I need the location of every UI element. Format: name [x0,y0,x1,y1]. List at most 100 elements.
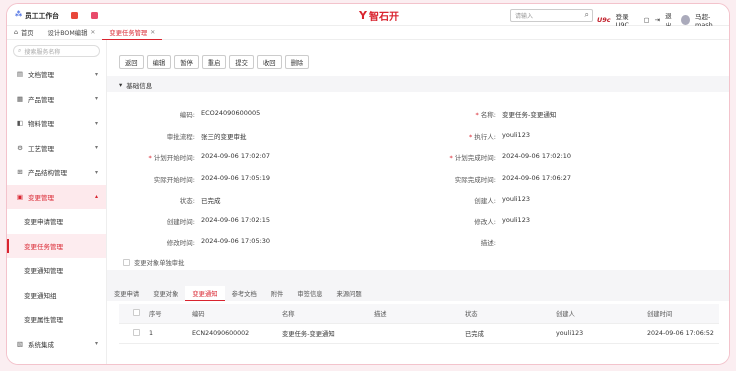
actual-end-field: 实际完成时间: 2024-09-06 17:06:27 [454,174,572,184]
cube-icon: ◧ [16,119,24,128]
search-icon: ⌕ [18,47,22,54]
page-tabs: ⌂ 首页 设计BOM编辑 ✕ 变更任务管理 ✕ [7,26,729,40]
notice-table: 序号 编码 名称 描述 状态 创建人 创建时间 1 ECN24090600002… [119,304,719,344]
separate-approval-checkbox[interactable]: 变更对象单独审批 [123,258,184,267]
submit-button[interactable]: 提交 [229,55,254,69]
tab-approval-info[interactable]: 审签信息 [290,286,329,301]
sidebar-item-integration[interactable]: ▧ 系统集成 ▾ [7,332,106,357]
recall-button[interactable]: 收回 [256,55,282,69]
grid-icon: ▦ [16,94,24,103]
sidebar-item-process[interactable]: ⚙ 工艺管理 ▾ [7,136,106,161]
chevron-down-icon: ▾ [94,95,98,103]
column-header: 编码 [192,311,205,318]
table-header: 序号 编码 名称 描述 状态 创建人 创建时间 [119,304,719,324]
table-row[interactable]: 1 ECN24090600002 变更任务-变更通知 已完成 youli123 … [119,324,719,344]
sidebar-item-products[interactable]: ▦ 产品管理 ▾ [7,87,106,112]
sidebar-item-change-notice[interactable]: 变更通知管理 [7,258,106,283]
chevron-down-icon[interactable]: ▾ [119,81,122,89]
chevron-up-icon: ▴ [94,193,98,201]
sidebar-item-change-attr[interactable]: 变更属性管理 [7,307,106,332]
tab-attachments[interactable]: 附件 [264,286,291,301]
change-icon: ▣ [16,192,24,201]
tab-source-issues[interactable]: 来源问题 [330,286,369,301]
back-button[interactable]: 返回 [119,55,144,69]
section-title: 基础信息 [126,82,153,90]
detail-tabs: 变更申请 变更对象 变更通知 参考文档 附件 审签信息 来源问题 [107,286,729,301]
name-field: * 名称: 变更任务-变更通知 [475,111,557,119]
close-icon[interactable]: ✕ [150,29,155,36]
tab-change-task[interactable]: 变更任务管理 ✕ [102,26,163,40]
section-header[interactable]: ▾ 基础信息 [119,80,152,90]
plan-end-field: * 计划完成时间: 2024-09-06 17:02:10 [449,152,572,162]
table-cell: 2024-09-06 17:06:52 [647,330,714,337]
creator-field: 创建人: youli123 [474,195,530,205]
column-header: 描述 [374,311,387,318]
sidebar-search-input[interactable]: ⌕ 搜索服务名称 [13,45,100,57]
table-cell: ECN24090600002 [192,330,250,337]
modifier-field: 修改人: youli123 [474,216,530,226]
sidebar-item-documents[interactable]: ▤ 文档管理 ▾ [7,62,106,87]
pause-button[interactable]: 暂停 [174,55,199,69]
chevron-down-icon: ▾ [94,168,98,176]
column-header: 创建时间 [647,311,673,318]
sidebar-item-notice-group[interactable]: 变更通知组 [7,283,106,308]
chevron-down-icon: ▾ [94,119,98,127]
action-toolbar: 返回 编辑 暂停 重启 提交 收回 删除 [119,55,310,69]
settings-icon: ⚙ [17,143,23,152]
app-brand[interactable]: ⁂ 员工工作台 [15,10,59,20]
tab-bom-edit[interactable]: 设计BOM编辑 ✕ [41,26,103,40]
header-checkbox[interactable] [133,309,140,318]
tab-change-object[interactable]: 变更对象 [146,286,185,301]
status-field: 状态: 已完成 [179,197,221,205]
tab-reference-docs[interactable]: 参考文档 [225,286,264,301]
app-window: ⁂ 员工工作台 Y 智石开 请输入 ⌕ U9c 登录U9C ▢ ⇥ 退出 马超-… [6,3,730,365]
sidebar-item-change-task[interactable]: 变更任务管理 [7,233,106,258]
column-header: 状态 [465,311,478,318]
main-content: 返回 编辑 暂停 重启 提交 收回 删除 ▾ 基础信息 编码: ECO24090… [107,40,729,364]
actual-start-field: 实际开始时间: 2024-09-06 17:05:19 [153,174,271,184]
restart-button[interactable]: 重启 [201,55,227,69]
modified-time-field: 修改时间: 2024-09-06 17:05:30 [166,237,271,247]
close-icon[interactable]: ✕ [90,29,95,36]
window-icon[interactable]: ▢ [644,16,650,24]
sidebar-item-change[interactable]: ▣ 变更管理 ▴ [7,184,106,209]
red-app-icon[interactable] [71,12,78,19]
pink-app-icon[interactable] [91,12,98,19]
search-icon[interactable]: ⌕ [585,10,589,20]
column-header: 创建人 [556,311,575,318]
table-cell: 变更任务-变更通知 [282,331,335,338]
table-cell: youli123 [556,330,584,337]
avatar[interactable] [681,15,690,25]
created-time-field: 创建时间: 2024-09-06 17:02:15 [166,216,271,226]
delete-button[interactable]: 删除 [284,55,310,69]
global-search-input[interactable]: 请输入 ⌕ [510,9,593,22]
code-field: 编码: ECO24090600005 [179,109,261,119]
logo-mark-icon: Y [359,9,367,22]
sidebar-item-change-request[interactable]: 变更申请管理 [7,209,106,234]
chevron-down-icon: ▾ [94,340,98,348]
basic-info-form: 编码: ECO24090600005 审批流程: 张三的变更审批 * 计划开始时… [107,92,729,270]
tab-home[interactable]: ⌂ 首页 [7,26,41,40]
plan-start-field: * 计划开始时间: 2024-09-06 17:02:07 [148,152,271,162]
search-placeholder: 请输入 [515,13,534,20]
edit-button[interactable]: 编辑 [146,55,172,69]
executor-field: * 执行人: youli123 [468,131,530,141]
description-field: 描述: [480,239,496,247]
sidebar-item-structure[interactable]: ⊞ 产品结构管理 ▾ [7,160,106,185]
app-name: 员工工作台 [25,11,59,20]
tab-change-request[interactable]: 变更申请 [107,286,146,301]
column-header: 序号 [149,311,162,318]
sidebar-item-materials[interactable]: ◧ 物料管理 ▾ [7,111,106,136]
logo-text: 智石开 [368,12,399,23]
table-cell: 1 [149,330,154,337]
home-icon: ⌂ [14,29,18,36]
chevron-down-icon: ▾ [94,70,98,78]
tab-change-notice[interactable]: 变更通知 [185,286,225,301]
document-icon: ▤ [16,70,24,79]
checkbox-icon[interactable] [123,259,130,266]
top-bar: ⁂ 员工工作台 Y 智石开 请输入 ⌕ U9c 登录U9C ▢ ⇥ 退出 马超-… [7,4,729,30]
u9c-icon: U9c [597,16,611,24]
table-cell: 已完成 [465,331,484,338]
workbench-icon: ⁂ [15,10,23,18]
row-checkbox[interactable] [133,329,140,338]
